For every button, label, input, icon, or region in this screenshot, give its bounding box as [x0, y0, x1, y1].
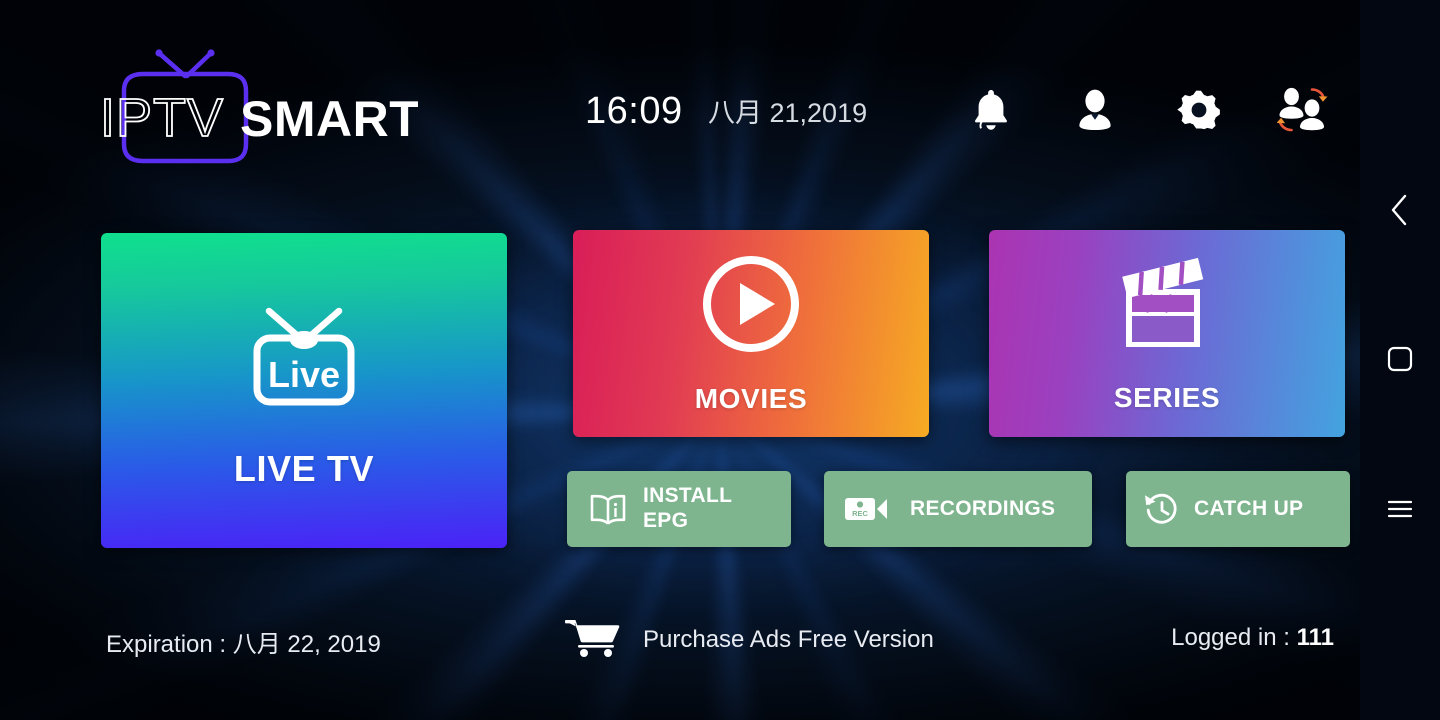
catch-up-label: CATCH UP — [1194, 496, 1304, 520]
install-epg-label: INSTALL EPG — [643, 484, 733, 532]
header-clock: 16:09 — [585, 90, 683, 132]
clapperboard-icon — [1112, 253, 1222, 360]
svg-text:SMARTERS: SMARTERS — [240, 91, 418, 147]
logged-in-value: 111 — [1296, 624, 1334, 651]
settings-gear-icon[interactable] — [1173, 82, 1225, 138]
recordings-label: RECORDINGS — [910, 496, 1056, 520]
book-info-icon — [589, 492, 627, 526]
install-epg-button[interactable]: INSTALL EPG — [567, 471, 791, 547]
android-navigation-bar — [1360, 0, 1440, 720]
card-movies-label: MOVIES — [694, 383, 808, 414]
user-account-icon[interactable] — [1069, 82, 1121, 138]
card-series-label: SERIES — [1113, 382, 1221, 413]
live-tv-icon-text: Live — [268, 354, 340, 395]
svg-text:IPTV: IPTV — [100, 88, 224, 148]
card-live-tv[interactable]: Live LIVE TV — [101, 233, 507, 548]
app-root: IPTV SMARTERS 16:09 八月 21,2019 — [0, 0, 1440, 720]
video-camera-rec-icon: REC — [844, 494, 888, 524]
shopping-cart-icon — [565, 616, 621, 663]
notifications-icon[interactable] — [965, 82, 1017, 138]
expiration-text: Expiration : 八月 22, 2019 — [106, 631, 381, 658]
play-circle-icon — [699, 252, 803, 361]
app-logo: IPTV SMARTERS — [88, 44, 524, 164]
back-chevron-icon[interactable] — [1360, 175, 1440, 245]
card-movies[interactable]: MOVIES — [573, 230, 929, 437]
card-live-tv-label: LIVE TV — [233, 448, 375, 489]
header: IPTV SMARTERS 16:09 八月 21,2019 — [0, 0, 1360, 180]
live-tv-icon: Live — [245, 305, 363, 414]
home-square-icon[interactable] — [1360, 324, 1440, 394]
logged-in-label: Logged in : — [1171, 624, 1290, 651]
header-icon-group — [965, 82, 1329, 138]
card-series[interactable]: SERIES — [989, 230, 1345, 437]
header-date: 八月 21,2019 — [708, 98, 868, 128]
recordings-button[interactable]: REC RECORDINGS — [824, 471, 1092, 547]
catch-up-button[interactable]: CATCH UP — [1126, 471, 1350, 547]
switch-user-icon[interactable] — [1277, 82, 1329, 138]
rec-badge-text: REC — [852, 509, 868, 518]
purchase-ads-free-label: Purchase Ads Free Version — [643, 625, 934, 653]
history-clock-icon — [1142, 491, 1182, 527]
purchase-ads-free-button[interactable]: Purchase Ads Free Version — [565, 616, 934, 663]
logged-in-status: Logged in : 111 — [1171, 624, 1334, 652]
menu-hamburger-icon[interactable] — [1360, 474, 1440, 544]
